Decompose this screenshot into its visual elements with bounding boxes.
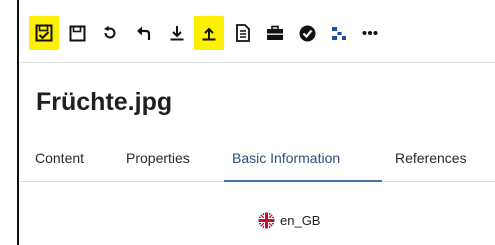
language-selector[interactable]: en_GB (258, 211, 320, 229)
tab-properties[interactable]: Properties (126, 150, 190, 178)
editor-panel: Früchte.jpg Content Properties Basic Inf… (17, 0, 495, 245)
check-circle-icon (299, 25, 315, 41)
download-icon (170, 26, 184, 41)
document-icon (236, 24, 250, 42)
undo-icon (137, 26, 151, 40)
refresh-icon (104, 25, 116, 39)
tab-content[interactable]: Content (35, 150, 84, 178)
upload-button[interactable] (194, 16, 224, 50)
briefcase-button[interactable] (260, 16, 290, 50)
page-title: Früchte.jpg (36, 88, 173, 116)
refresh-button[interactable] (95, 16, 125, 50)
approve-button[interactable] (292, 16, 322, 50)
upload-icon (202, 27, 216, 41)
download-button[interactable] (162, 16, 192, 50)
review-icon (35, 24, 53, 42)
tab-bar: Content Properties Basic Information Ref… (19, 150, 495, 180)
more-icon (362, 31, 378, 35)
tab-references[interactable]: References (395, 150, 467, 178)
document-button[interactable] (228, 16, 258, 50)
briefcase-icon (267, 25, 283, 40)
undo-button[interactable] (129, 16, 159, 50)
save-icon (69, 25, 85, 41)
workflow-icon (332, 27, 346, 40)
toolbar (19, 16, 495, 52)
more-button[interactable] (355, 16, 385, 50)
save-button[interactable] (62, 16, 92, 50)
tab-basic-information[interactable]: Basic Information (232, 150, 340, 178)
workflow-button[interactable] (324, 16, 354, 50)
uk-flag-icon (258, 212, 275, 228)
language-label: en_GB (280, 212, 321, 228)
toolbar-divider (19, 62, 495, 63)
active-tab-indicator (224, 180, 382, 182)
review-button[interactable] (29, 16, 59, 50)
